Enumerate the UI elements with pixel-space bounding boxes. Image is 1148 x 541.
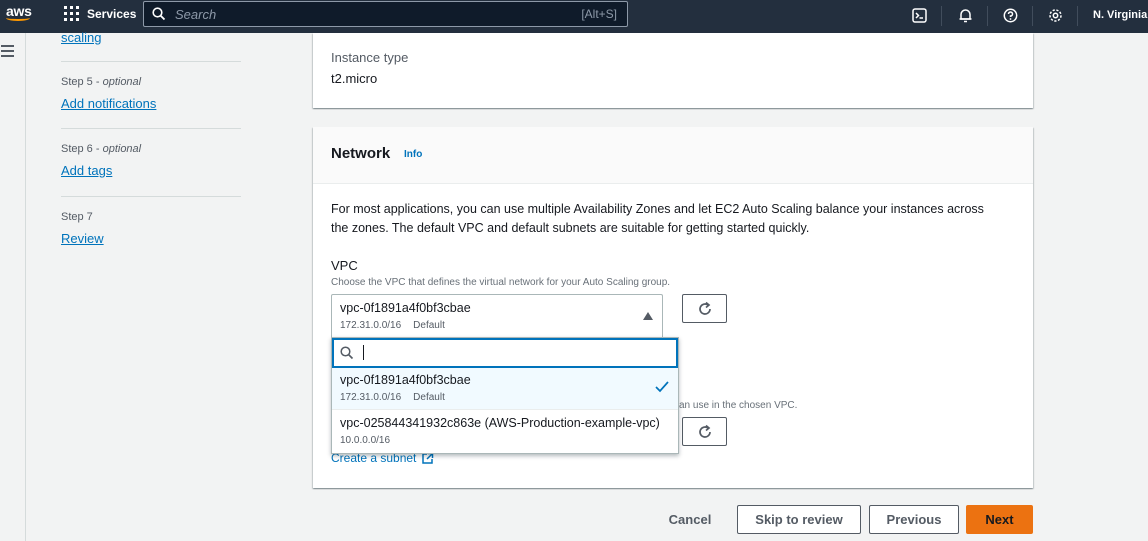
subnet-description-partial: an use in the chosen VPC. — [679, 400, 798, 411]
step-7-label: Step 7 — [61, 211, 93, 223]
refresh-subnet-button[interactable] — [682, 417, 727, 446]
instance-type-label: Instance type — [331, 50, 409, 65]
step-5-label: Step 5 - optional — [61, 76, 142, 88]
vpc-select[interactable]: vpc-0f1891a4f0bf3cbae 172.31.0.0/16 Defau… — [331, 294, 663, 337]
vpc-filter-input[interactable] — [332, 338, 678, 368]
region-selector[interactable]: N. Virginia — [1093, 9, 1147, 21]
check-icon — [655, 381, 669, 393]
vpc-option-id: vpc-025844341932c863e (AWS-Production-ex… — [340, 416, 660, 430]
network-description: For most applications, you can use multi… — [331, 202, 984, 235]
side-navigation-collapsed — [0, 33, 26, 541]
vpc-option[interactable]: vpc-0f1891a4f0bf3cbae 172.31.0.0/16 Defau… — [332, 368, 678, 410]
refresh-icon — [698, 301, 711, 315]
step-6-label: Step 6 - optional — [61, 143, 142, 155]
aws-logo[interactable]: aws — [6, 4, 34, 28]
refresh-icon — [698, 424, 711, 438]
network-card-header: Network Info — [313, 127, 1033, 184]
aws-logo-text: aws — [6, 3, 32, 19]
vpc-label: VPC — [331, 258, 358, 273]
search-input[interactable]: Search [Alt+S] — [143, 1, 628, 27]
step-link-add-notifications[interactable]: Add notifications — [61, 96, 156, 111]
network-title: Network — [331, 145, 391, 162]
grid-icon — [64, 6, 79, 21]
search-shortcut: [Alt+S] — [581, 7, 617, 21]
help-icon[interactable] — [1000, 5, 1020, 25]
step-link-add-tags[interactable]: Add tags — [61, 163, 112, 178]
services-menu-button[interactable]: Services — [64, 6, 136, 21]
vpc-select-cidr: 172.31.0.0/16 Default — [340, 320, 445, 331]
vpc-option-cidr: 10.0.0.0/16 — [340, 435, 391, 446]
search-icon — [152, 7, 166, 21]
step-link-scaling[interactable]: scaling — [61, 30, 101, 45]
caret-up-icon — [643, 312, 653, 320]
instance-type-value: t2.micro — [331, 71, 378, 86]
step-link-review[interactable]: Review — [61, 231, 104, 246]
search-icon — [340, 346, 354, 360]
search-placeholder: Search — [175, 7, 217, 22]
refresh-vpc-button[interactable] — [682, 294, 727, 323]
gear-icon[interactable] — [1045, 5, 1065, 25]
bell-icon[interactable] — [955, 5, 975, 25]
skip-to-review-button[interactable]: Skip to review — [737, 505, 861, 534]
previous-button[interactable]: Previous — [869, 505, 959, 534]
network-info-link[interactable]: Info — [404, 149, 422, 160]
menu-icon[interactable] — [1, 45, 14, 60]
next-button[interactable]: Next — [966, 505, 1033, 534]
cancel-button[interactable]: Cancel — [661, 505, 719, 534]
vpc-option-id: vpc-0f1891a4f0bf3cbae — [340, 373, 471, 387]
vpc-description: Choose the VPC that defines the virtual … — [331, 277, 671, 288]
vpc-option[interactable]: vpc-025844341932c863e (AWS-Production-ex… — [332, 411, 678, 453]
text-cursor — [363, 345, 364, 360]
vpc-select-value: vpc-0f1891a4f0bf3cbae — [340, 301, 471, 315]
top-navigation: aws Services Search [Alt+S] N. Virginia — [0, 0, 1148, 33]
instance-type-card: Instance type t2.micro — [313, 33, 1033, 108]
services-label: Services — [87, 6, 137, 21]
cloudshell-icon[interactable] — [909, 5, 929, 25]
vpc-dropdown: vpc-0f1891a4f0bf3cbae 172.31.0.0/16 Defau… — [331, 337, 679, 454]
vpc-option-cidr: 172.31.0.0/16 Default — [340, 392, 445, 403]
